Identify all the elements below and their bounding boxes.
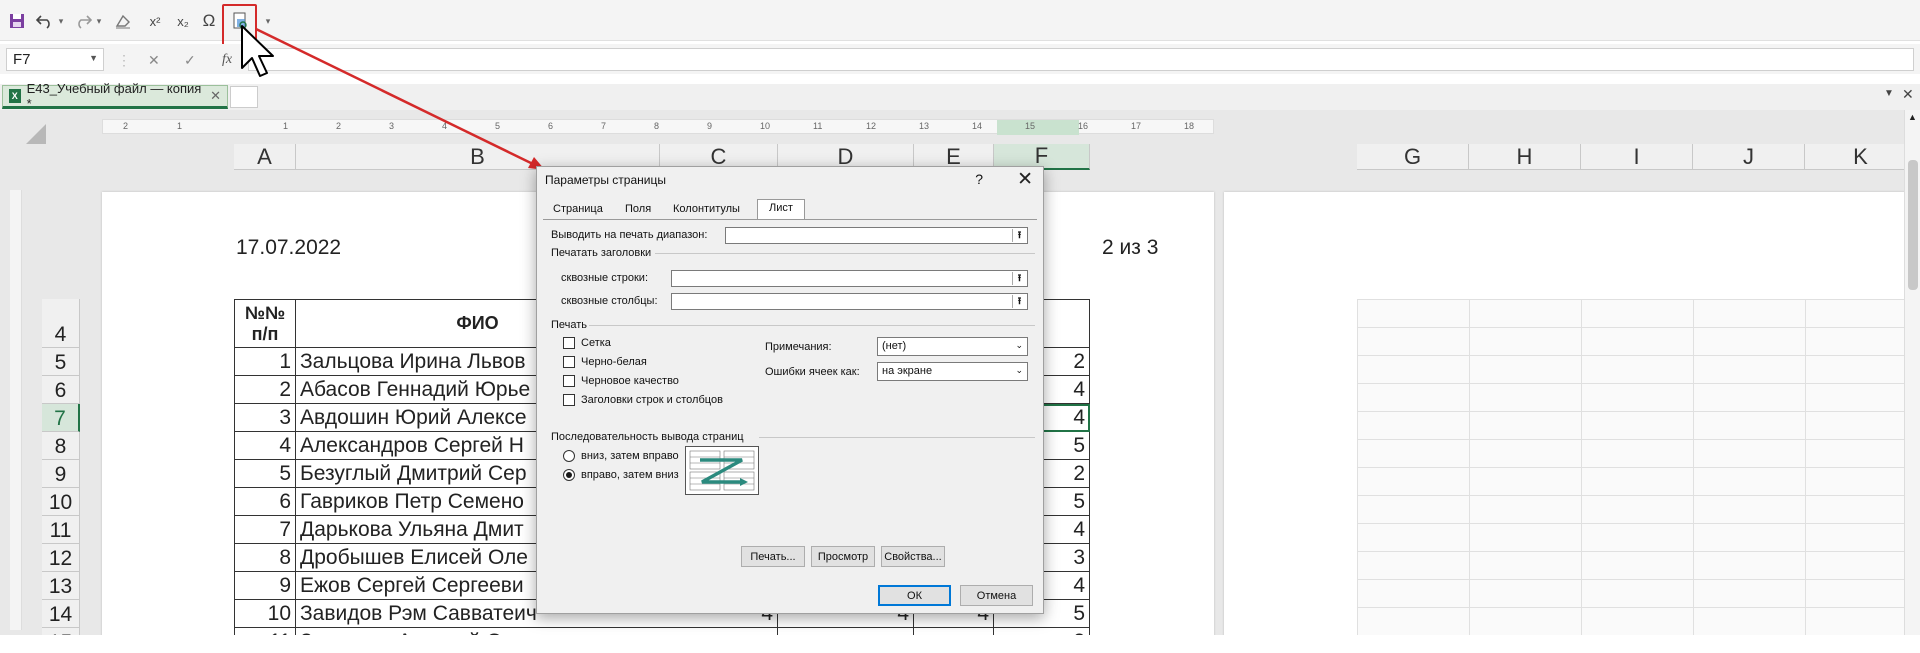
tab-margins[interactable]: Поля [621, 201, 655, 219]
sheet-tab-panel: Выводить на печать диапазон: ⭱ Печатать … [543, 219, 1037, 574]
collapse-picker-icon[interactable]: ⭱ [1012, 295, 1026, 308]
rows-repeat-input[interactable]: ⭱ [671, 270, 1028, 287]
print-titles-label: Печатать заголовки [551, 247, 652, 259]
page-order-label: Последовательность вывода страниц [551, 431, 744, 443]
black-white-label: Черно-белая [581, 356, 647, 368]
mouse-cursor-icon [241, 25, 274, 77]
dialog-title: Параметры страницы [545, 173, 666, 187]
help-icon[interactable]: ? [975, 171, 983, 187]
cols-repeat-label: сквозные столбцы: [561, 295, 658, 307]
draft-quality-label: Черновое качество [581, 375, 679, 387]
cell-errors-label: Ошибки ячеек как: [765, 366, 860, 378]
close-icon[interactable]: ✕ [1017, 168, 1033, 191]
gridlines-checkbox[interactable] [563, 337, 575, 349]
tab-header-footer[interactable]: Колонтитулы [669, 201, 744, 219]
print-area-label: Выводить на печать диапазон: [551, 229, 708, 241]
black-white-checkbox[interactable] [563, 356, 575, 368]
print-button[interactable]: Печать... [741, 546, 805, 567]
print-section-label: Печать [551, 319, 588, 331]
cell-errors-value: на экране [882, 365, 933, 377]
comments-select[interactable]: (нет) ⌄ [877, 337, 1028, 356]
cell-errors-select[interactable]: на экране ⌄ [877, 362, 1028, 381]
draft-quality-checkbox[interactable] [563, 375, 575, 387]
rows-repeat-label: сквозные строки: [561, 272, 649, 284]
cancel-button[interactable]: Отмена [960, 585, 1033, 606]
comments-label: Примечания: [765, 341, 832, 353]
down-then-over-radio[interactable] [563, 450, 575, 462]
chevron-down-icon[interactable]: ⌄ [1015, 365, 1023, 376]
preview-button[interactable]: Просмотр [811, 546, 875, 567]
down-then-over-label: вниз, затем вправо [581, 450, 679, 462]
collapse-picker-icon[interactable]: ⭱ [1012, 229, 1026, 242]
chevron-down-icon[interactable]: ⌄ [1015, 340, 1023, 351]
print-area-input[interactable]: ⭱ [725, 227, 1028, 244]
divider [655, 253, 1035, 254]
ok-button[interactable]: ОК [878, 585, 951, 606]
properties-button[interactable]: Свойства... [881, 546, 945, 567]
cols-repeat-input[interactable]: ⭱ [671, 293, 1028, 310]
collapse-picker-icon[interactable]: ⭱ [1012, 272, 1026, 285]
tab-page[interactable]: Страница [549, 201, 607, 219]
over-then-down-radio[interactable] [563, 469, 575, 481]
over-then-down-label: вправо, затем вниз [581, 469, 679, 481]
divider [589, 325, 1035, 326]
page-order-preview [685, 446, 759, 495]
page-setup-dialog: Параметры страницы ? ✕ Страница Поля Кол… [536, 166, 1044, 614]
gridlines-label: Сетка [581, 337, 611, 349]
tab-sheet[interactable]: Лист [757, 199, 805, 219]
row-col-headings-checkbox[interactable] [563, 394, 575, 406]
divider [759, 437, 1035, 438]
comments-value: (нет) [882, 340, 907, 352]
row-col-headings-label: Заголовки строк и столбцов [581, 394, 723, 406]
